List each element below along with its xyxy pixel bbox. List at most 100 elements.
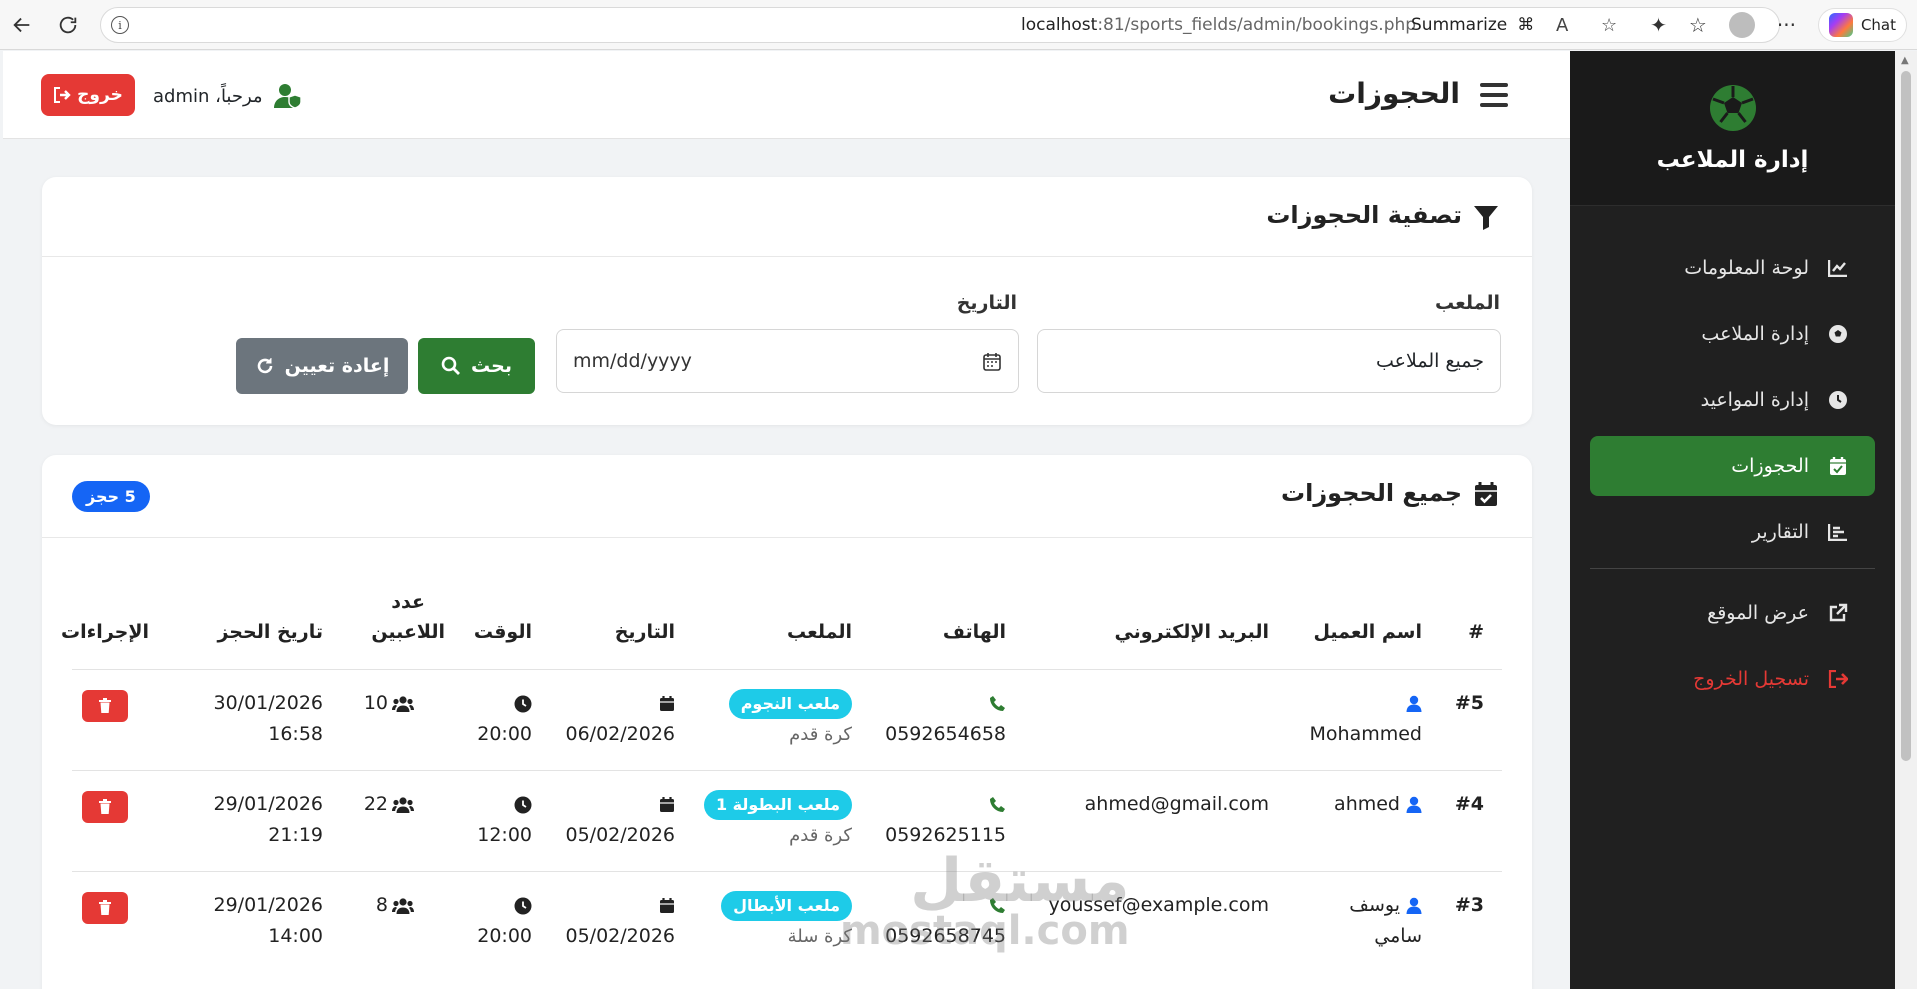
booking-time: 20:00 [477,723,532,745]
search-button[interactable]: بحث [418,338,535,394]
booking-number: #3 [1454,894,1484,916]
header-logout-button[interactable]: خروج [41,74,135,116]
booking-number: #4 [1454,793,1484,815]
scrollbar-thumb[interactable] [1901,71,1911,761]
clock-icon [477,688,532,719]
welcome-label: مرحباً، admin [153,85,263,107]
booking-number: #5 [1454,692,1484,714]
players-line: 10 [364,688,414,719]
url-text: localhost:81/sports_fields/admin/booking… [1021,15,1416,35]
profile-avatar[interactable] [1728,12,1755,38]
address-bar[interactable]: i localhost:81/sports_fields/admin/booki… [100,7,1780,43]
date-input[interactable]: mm/dd/yyyy [556,329,1019,393]
sidebar-divider [1590,568,1875,569]
col-players: عدد اللاعبين [371,587,445,647]
sidebar-item-schedules[interactable]: إدارة المواعيد [1590,370,1875,430]
bookings-card: جميع الحجوزات 5 حجز # اسم العميل البريد … [42,455,1532,989]
search-label: بحث [471,355,512,377]
url-host: localhost [1021,15,1098,35]
table-row: #3 يوسف سامي youssef@example.com 0592658745… [72,871,1502,972]
booking-time: 20:00 [477,925,532,947]
col-field: الملعب [787,621,852,643]
copilot-chat-button[interactable]: Chat [1817,8,1907,42]
copilot-icon [1828,13,1853,37]
chart-line-icon [1827,257,1849,279]
calendar-icon[interactable] [982,352,1002,372]
url-path: :81/sports_fields/admin/bookings.php [1097,15,1417,35]
back-icon[interactable] [2,5,42,45]
favorites-icon[interactable]: ☆ [1689,13,1707,37]
search-icon [441,356,461,375]
field-cell: ملعب البطولة 1 كرة قدم [703,789,852,851]
customer-line [1310,688,1422,719]
booking-date: 06/02/2026 [565,723,675,745]
sidebar-item-label: إدارة الملاعب [1701,323,1809,345]
reset-label: إعادة تعيين [284,355,390,377]
summarize-button[interactable]: Summarize ⌘ [1411,15,1534,35]
external-link-icon [1827,602,1849,624]
players-count: 8 [375,894,388,916]
booking-date: 05/02/2026 [565,925,675,947]
users-icon [392,796,414,813]
time-cell: 20:00 [477,688,532,750]
table-header: # اسم العميل البريد الإلكتروني الهاتف ال… [61,569,1502,669]
reload-icon[interactable] [48,5,88,45]
customer-cell: ahmed [1334,789,1422,820]
col-players-line2: اللاعبين [371,621,445,643]
sidebar-brand: إدارة الملاعب [1570,51,1895,206]
extensions-icon[interactable]: ✦ [1650,13,1667,37]
sidebar-menu: لوحة المعلومات إدارة الملاعب إدارة الموا… [1570,206,1895,709]
delete-booking-button[interactable] [82,690,128,722]
delete-booking-button[interactable] [82,791,128,823]
bookings-card-header: جميع الحجوزات 5 حجز [42,455,1532,538]
field-cell: ملعب النجوم كرة قدم [728,688,852,750]
summarize-icon: ⌘ [1517,15,1535,35]
sidebar-item-label: تسجيل الخروج [1693,668,1809,690]
user-icon [1406,796,1422,813]
customer-first-name: ahmed [1334,793,1400,815]
calendar-icon [565,688,675,719]
reset-button[interactable]: إعادة تعيين [236,338,408,394]
phone-icon [885,688,1006,719]
field-badge: ملعب النجوم [728,689,852,719]
sidebar-item-bookings[interactable]: الحجوزات [1590,436,1875,496]
scroll-up-icon[interactable]: ▲ [1901,55,1909,66]
filter-title: تصفية الحجوزات [1266,201,1462,229]
trash-icon [98,799,112,815]
sidebar: إدارة الملاعب لوحة المعلومات إدارة الملا… [1570,51,1895,989]
sidebar-item-reports[interactable]: التقارير [1590,502,1875,562]
calendar-icon [565,890,675,921]
col-actions: الإجراءات [60,621,149,643]
players-cell: 10 [364,688,414,719]
sidebar-item-label: لوحة المعلومات [1684,257,1809,279]
browser-toolbar: i localhost:81/sports_fields/admin/booki… [0,0,1917,50]
more-icon[interactable]: ··· [1777,13,1796,37]
sport-type: كرة سلة [787,926,852,947]
favorite-star-icon[interactable]: ☆ [1601,15,1617,36]
read-aloud-icon[interactable]: A [1556,15,1568,36]
sidebar-item-logout[interactable]: تسجيل الخروج [1590,649,1875,709]
customer-last-name: سامي [1374,925,1422,947]
customer-last-name: Mohammed [1309,723,1422,745]
page-scrollbar[interactable]: ▲ [1895,51,1917,989]
sidebar-item-dashboard[interactable]: لوحة المعلومات [1590,238,1875,298]
soccer-ball-icon [1827,323,1849,345]
date-cell: 06/02/2026 [565,688,675,750]
users-icon [392,897,414,914]
field-select[interactable]: جميع الملاعب [1037,329,1501,393]
phone-cell: 0592654658 [885,688,1006,750]
sidebar-item-view-site[interactable]: عرض الموقع [1590,583,1875,643]
watermark-latin: mostaql.com [840,908,1130,954]
site-info-icon[interactable]: i [111,16,129,34]
sidebar-item-fields[interactable]: إدارة الملاعب [1590,304,1875,364]
booking-date: 05/02/2026 [565,824,675,846]
menu-toggle-icon[interactable] [1480,83,1508,107]
page-title: الحجوزات [1328,77,1460,110]
customer-first-name: يوسف [1349,894,1400,916]
table-row: #5 Mohammed 0592654658 ملعب النجوم كرة قدم 06… [72,669,1502,770]
delete-booking-button[interactable] [82,892,128,924]
players-count: 10 [363,692,388,714]
col-time: الوقت [473,621,532,643]
user-icon [1406,897,1422,914]
sign-out-icon [54,87,71,103]
